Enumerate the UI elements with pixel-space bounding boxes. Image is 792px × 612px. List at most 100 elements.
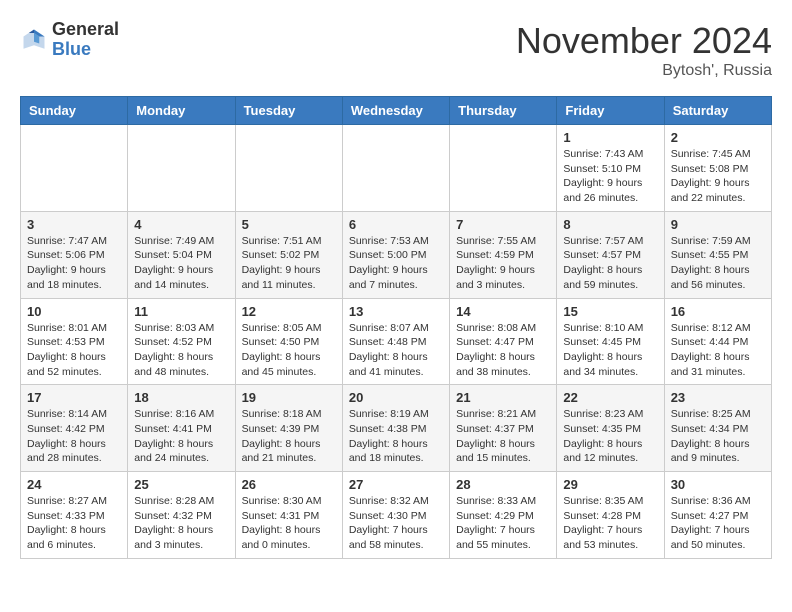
day-number: 11 — [134, 304, 228, 319]
calendar-cell: 22 Sunrise: 8:23 AM Sunset: 4:35 PM Dayli… — [557, 385, 664, 472]
day-of-week-header: Sunday — [21, 97, 128, 125]
day-number: 26 — [242, 477, 336, 492]
calendar-cell: 9Sunrise: 7:59 AM Sunset: 4:55 PM Daylig… — [664, 211, 771, 298]
day-number: 28 — [456, 477, 550, 492]
day-info: Sunrise: 8:27 AM Sunset: 4:33 PM Dayligh… — [27, 494, 121, 553]
day-number: 4 — [134, 217, 228, 232]
calendar-cell: 4 Sunrise: 7:49 AM Sunset: 5:04 PM Daylig… — [128, 211, 235, 298]
day-number: 12 — [242, 304, 336, 319]
calendar-cell: 20 Sunrise: 8:19 AM Sunset: 4:38 PM Dayli… — [342, 385, 449, 472]
calendar-cell: 29Sunrise: 8:35 AM Sunset: 4:28 PM Dayli… — [557, 472, 664, 559]
day-info: Sunrise: 8:01 AM Sunset: 4:53 PM Dayligh… — [27, 321, 121, 380]
day-number: 18 — [134, 390, 228, 405]
calendar-cell: 24 Sunrise: 8:27 AM Sunset: 4:33 PM Dayli… — [21, 472, 128, 559]
calendar-cell: 27 Sunrise: 8:32 AM Sunset: 4:30 PM Dayli… — [342, 472, 449, 559]
day-info: Sunrise: 7:53 AM Sunset: 5:00 PM Dayligh… — [349, 234, 443, 293]
day-number: 16 — [671, 304, 765, 319]
day-number: 6 — [349, 217, 443, 232]
day-number: 13 — [349, 304, 443, 319]
calendar-cell — [235, 125, 342, 212]
day-info: Sunrise: 7:45 AM Sunset: 5:08 PM Dayligh… — [671, 147, 765, 206]
day-info: Sunrise: 8:16 AM Sunset: 4:41 PM Dayligh… — [134, 407, 228, 466]
day-number: 8 — [563, 217, 657, 232]
day-info: Sunrise: 7:59 AM Sunset: 4:55 PM Dayligh… — [671, 234, 765, 293]
day-info: Sunrise: 8:32 AM Sunset: 4:30 PM Dayligh… — [349, 494, 443, 553]
day-number: 7 — [456, 217, 550, 232]
calendar-cell: 28 Sunrise: 8:33 AM Sunset: 4:29 PM Dayli… — [450, 472, 557, 559]
calendar-cell: 11 Sunrise: 8:03 AM Sunset: 4:52 PM Dayli… — [128, 298, 235, 385]
calendar-cell: 5 Sunrise: 7:51 AM Sunset: 5:02 PM Daylig… — [235, 211, 342, 298]
calendar-week-row: 1 Sunrise: 7:43 AM Sunset: 5:10 PM Daylig… — [21, 125, 772, 212]
day-info: Sunrise: 8:33 AM Sunset: 4:29 PM Dayligh… — [456, 494, 550, 553]
day-number: 29 — [563, 477, 657, 492]
day-of-week-header: Saturday — [664, 97, 771, 125]
calendar-cell: 19 Sunrise: 8:18 AM Sunset: 4:39 PM Dayli… — [235, 385, 342, 472]
day-number: 22 — [563, 390, 657, 405]
day-number: 21 — [456, 390, 550, 405]
day-info: Sunrise: 8:07 AM Sunset: 4:48 PM Dayligh… — [349, 321, 443, 380]
day-number: 1 — [563, 130, 657, 145]
day-of-week-header: Wednesday — [342, 97, 449, 125]
calendar-cell — [128, 125, 235, 212]
day-number: 19 — [242, 390, 336, 405]
calendar-cell: 12 Sunrise: 8:05 AM Sunset: 4:50 PM Dayli… — [235, 298, 342, 385]
calendar-cell — [450, 125, 557, 212]
logo-text: General Blue — [52, 20, 119, 60]
calendar-cell: 17 Sunrise: 8:14 AM Sunset: 4:42 PM Dayli… — [21, 385, 128, 472]
calendar-header-row: SundayMondayTuesdayWednesdayThursdayFrid… — [21, 97, 772, 125]
day-of-week-header: Thursday — [450, 97, 557, 125]
day-info: Sunrise: 8:21 AM Sunset: 4:37 PM Dayligh… — [456, 407, 550, 466]
day-info: Sunrise: 8:03 AM Sunset: 4:52 PM Dayligh… — [134, 321, 228, 380]
day-info: Sunrise: 8:23 AM Sunset: 4:35 PM Dayligh… — [563, 407, 657, 466]
calendar-cell: 6 Sunrise: 7:53 AM Sunset: 5:00 PM Daylig… — [342, 211, 449, 298]
day-number: 5 — [242, 217, 336, 232]
day-info: Sunrise: 7:49 AM Sunset: 5:04 PM Dayligh… — [134, 234, 228, 293]
logo: General Blue — [20, 20, 119, 60]
day-number: 17 — [27, 390, 121, 405]
calendar-cell: 16 Sunrise: 8:12 AM Sunset: 4:44 PM Dayli… — [664, 298, 771, 385]
day-info: Sunrise: 8:28 AM Sunset: 4:32 PM Dayligh… — [134, 494, 228, 553]
day-number: 20 — [349, 390, 443, 405]
calendar-cell: 18 Sunrise: 8:16 AM Sunset: 4:41 PM Dayli… — [128, 385, 235, 472]
day-info: Sunrise: 7:57 AM Sunset: 4:57 PM Dayligh… — [563, 234, 657, 293]
day-info: Sunrise: 7:55 AM Sunset: 4:59 PM Dayligh… — [456, 234, 550, 293]
calendar-cell: 26 Sunrise: 8:30 AM Sunset: 4:31 PM Dayli… — [235, 472, 342, 559]
calendar-cell: 8 Sunrise: 7:57 AM Sunset: 4:57 PM Daylig… — [557, 211, 664, 298]
day-info: Sunrise: 8:08 AM Sunset: 4:47 PM Dayligh… — [456, 321, 550, 380]
page-header: General Blue November 2024 Bytosh', Russ… — [20, 20, 772, 80]
calendar-cell: 10 Sunrise: 8:01 AM Sunset: 4:53 PM Dayli… — [21, 298, 128, 385]
calendar-cell: 7 Sunrise: 7:55 AM Sunset: 4:59 PM Daylig… — [450, 211, 557, 298]
day-info: Sunrise: 8:18 AM Sunset: 4:39 PM Dayligh… — [242, 407, 336, 466]
day-number: 30 — [671, 477, 765, 492]
day-number: 25 — [134, 477, 228, 492]
day-info: Sunrise: 8:25 AM Sunset: 4:34 PM Dayligh… — [671, 407, 765, 466]
logo-blue-text: Blue — [52, 40, 119, 60]
day-info: Sunrise: 8:05 AM Sunset: 4:50 PM Dayligh… — [242, 321, 336, 380]
month-title: November 2024 — [516, 20, 772, 62]
day-info: Sunrise: 8:10 AM Sunset: 4:45 PM Dayligh… — [563, 321, 657, 380]
day-info: Sunrise: 7:51 AM Sunset: 5:02 PM Dayligh… — [242, 234, 336, 293]
day-number: 10 — [27, 304, 121, 319]
day-number: 24 — [27, 477, 121, 492]
day-of-week-header: Tuesday — [235, 97, 342, 125]
title-block: November 2024 Bytosh', Russia — [516, 20, 772, 80]
day-info: Sunrise: 7:43 AM Sunset: 5:10 PM Dayligh… — [563, 147, 657, 206]
day-of-week-header: Friday — [557, 97, 664, 125]
day-number: 14 — [456, 304, 550, 319]
calendar-cell — [21, 125, 128, 212]
calendar-cell: 23Sunrise: 8:25 AM Sunset: 4:34 PM Dayli… — [664, 385, 771, 472]
calendar-table: SundayMondayTuesdayWednesdayThursdayFrid… — [20, 96, 772, 559]
calendar-cell: 3Sunrise: 7:47 AM Sunset: 5:06 PM Daylig… — [21, 211, 128, 298]
day-info: Sunrise: 8:19 AM Sunset: 4:38 PM Dayligh… — [349, 407, 443, 466]
day-info: Sunrise: 8:12 AM Sunset: 4:44 PM Dayligh… — [671, 321, 765, 380]
calendar-cell — [342, 125, 449, 212]
calendar-cell: 14 Sunrise: 8:08 AM Sunset: 4:47 PM Dayli… — [450, 298, 557, 385]
day-number: 27 — [349, 477, 443, 492]
day-info: Sunrise: 8:14 AM Sunset: 4:42 PM Dayligh… — [27, 407, 121, 466]
calendar-week-row: 17 Sunrise: 8:14 AM Sunset: 4:42 PM Dayli… — [21, 385, 772, 472]
calendar-cell: 1 Sunrise: 7:43 AM Sunset: 5:10 PM Daylig… — [557, 125, 664, 212]
logo-icon — [20, 26, 48, 54]
day-info: Sunrise: 7:47 AM Sunset: 5:06 PM Dayligh… — [27, 234, 121, 293]
day-of-week-header: Monday — [128, 97, 235, 125]
day-info: Sunrise: 8:30 AM Sunset: 4:31 PM Dayligh… — [242, 494, 336, 553]
